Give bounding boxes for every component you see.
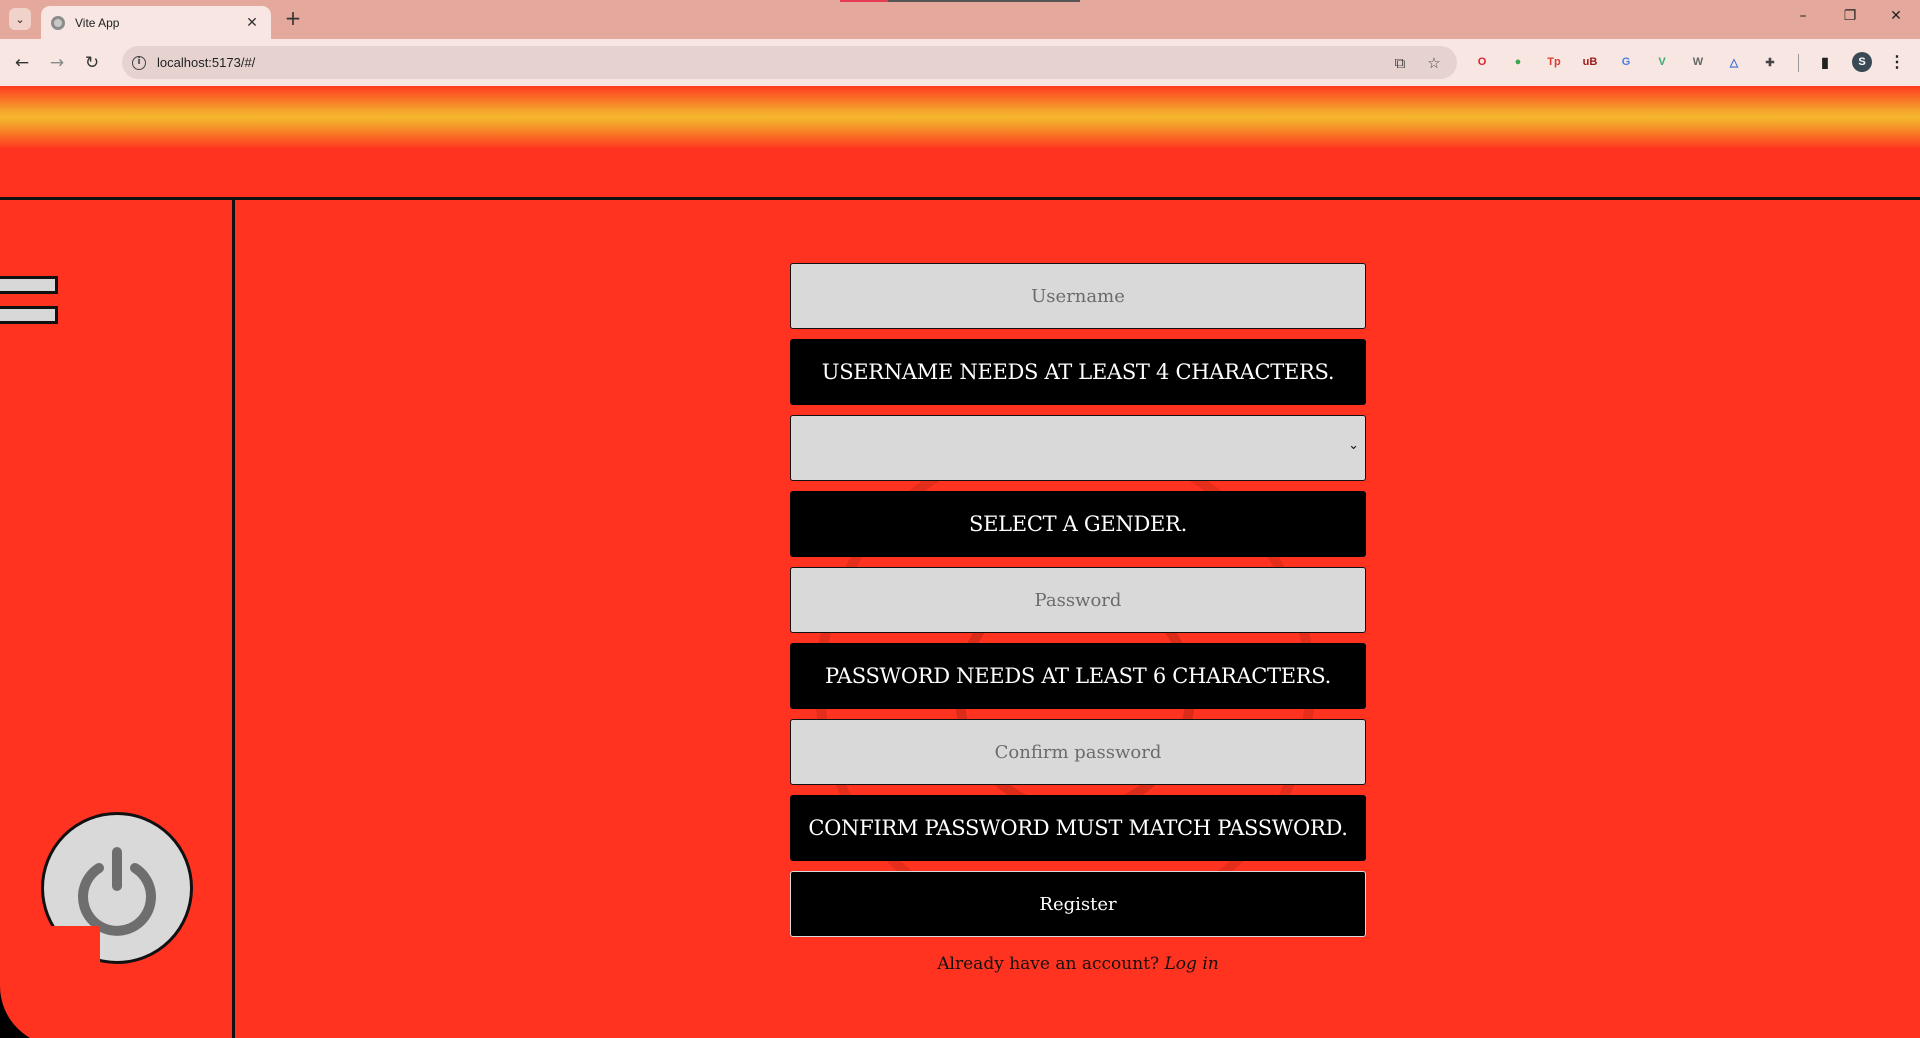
browser-menu-icon[interactable]: ⋮ [1887,52,1907,72]
new-tab-button[interactable]: + [282,8,304,30]
colorzilla-icon[interactable]: ● [1508,52,1528,72]
close-window-button[interactable]: ✕ [1874,8,1918,30]
gender-error: SELECT A GENDER. [790,491,1366,557]
url-text[interactable]: localhost:5173/#/ [157,55,1389,70]
back-button[interactable]: ← [10,51,34,75]
header-divider [0,197,1920,200]
chevron-down-icon: ⌄ [1348,438,1359,453]
drive-icon[interactable]: △ [1724,52,1744,72]
register-button[interactable]: Register [790,871,1366,937]
app-page: Username USERNAME NEEDS AT LEAST 4 CHARA… [0,86,1920,1038]
address-bar[interactable]: i localhost:5173/#/ ⧉ ☆ [122,46,1457,79]
toolbar-separator [1798,54,1799,72]
browser-tab[interactable]: Vite App ✕ [41,6,271,39]
confirm-password-input[interactable]: Confirm password [790,719,1366,785]
profile-avatar[interactable]: S [1852,52,1872,72]
loading-indicator [840,0,1080,2]
gender-select[interactable]: ⌄ [790,415,1366,481]
username-placeholder: Username [1031,285,1125,307]
bookmark-star-icon[interactable]: ☆ [1423,54,1445,72]
menu-bar [0,306,58,324]
translate-icon[interactable]: ⧉ [1389,54,1411,72]
login-prompt: Already have an account? Log in [790,954,1366,974]
globe-icon [51,15,65,30]
confirm-password-placeholder: Confirm password [994,741,1162,763]
menu-bar [0,276,58,294]
vue-devtools-icon[interactable]: V [1652,52,1672,72]
hamburger-menu-icon[interactable] [0,276,58,324]
browser-toolbar: ← → ↻ i localhost:5173/#/ ⧉ ☆ O ● Tp uB G V W △… [0,39,1920,86]
translate-ext-icon[interactable]: G [1616,52,1636,72]
tab-title: Vite App [75,15,120,30]
tab-close-icon[interactable]: ✕ [243,15,261,31]
minimize-button[interactable]: – [1781,8,1825,30]
tp-icon[interactable]: Tp [1544,52,1564,72]
login-prompt-text: Already have an account? [937,954,1160,974]
forward-button[interactable]: → [45,51,69,75]
extensions-icon[interactable]: ✚ [1760,52,1780,72]
password-placeholder: Password [1034,589,1122,611]
tab-search-button[interactable]: ⌄ [9,8,31,30]
opera-icon[interactable]: O [1472,52,1492,72]
restore-button[interactable]: ❐ [1828,8,1872,30]
username-error: USERNAME NEEDS AT LEAST 4 CHARACTERS. [790,339,1366,405]
username-input[interactable]: Username [790,263,1366,329]
ublock-icon[interactable]: uB [1580,52,1600,72]
header-glow [0,86,1920,148]
register-form: Username USERNAME NEEDS AT LEAST 4 CHARA… [790,263,1366,937]
wordpress-icon[interactable]: W [1688,52,1708,72]
reload-button[interactable]: ↻ [80,51,104,75]
sidebar-corner [0,926,100,1038]
password-error: PASSWORD NEEDS AT LEAST 6 CHARACTERS. [790,643,1366,709]
browser-tab-bar: ⌄ Vite App ✕ + – ❐ ✕ [0,0,1920,39]
power-icon [78,847,156,936]
login-link[interactable]: Log in [1165,954,1219,974]
site-info-icon[interactable]: i [132,55,146,70]
confirm-password-error: CONFIRM PASSWORD MUST MATCH PASSWORD. [790,795,1366,861]
side-panel-icon[interactable]: ▮ [1815,52,1835,72]
password-input[interactable]: Password [790,567,1366,633]
sidebar-divider [232,197,235,1038]
